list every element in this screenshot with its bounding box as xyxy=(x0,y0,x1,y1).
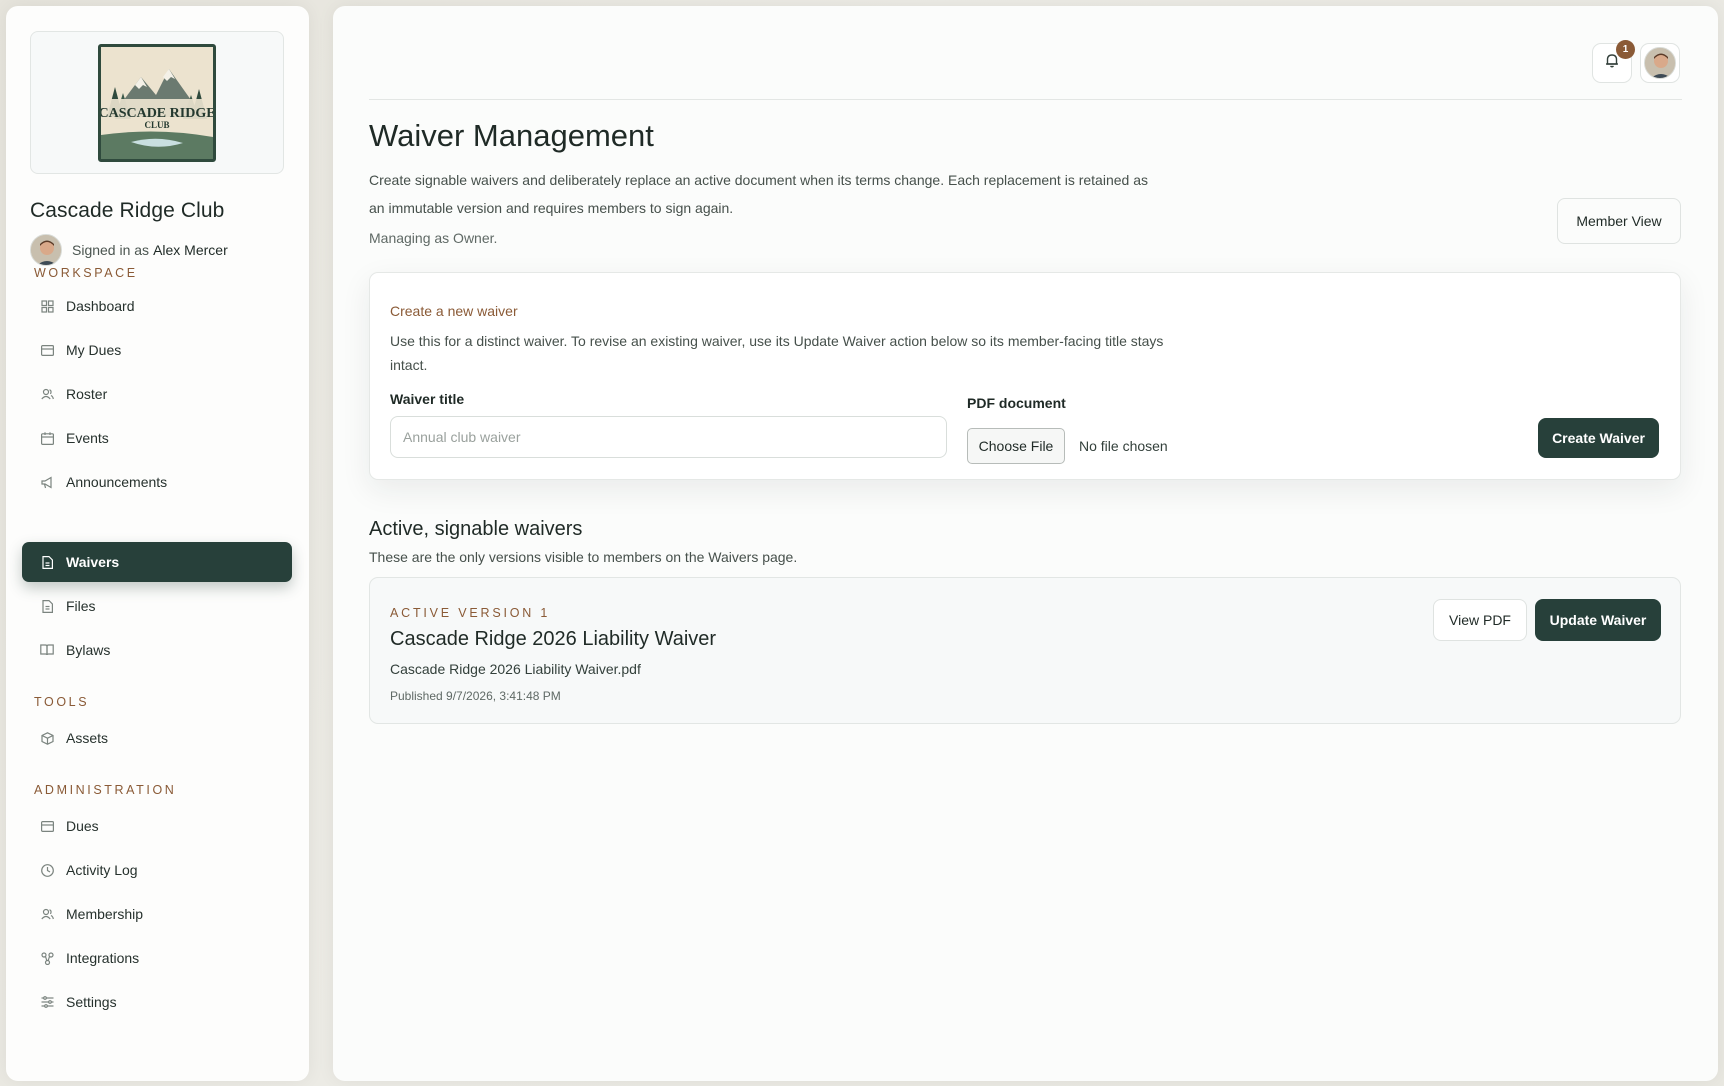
nodes-icon xyxy=(40,951,54,965)
active-waivers-subtitle: These are the only versions visible to m… xyxy=(369,549,798,565)
sidebar-item-files[interactable]: Files xyxy=(22,586,292,626)
clock-icon xyxy=(40,863,54,877)
update-waiver-button[interactable]: Update Waiver xyxy=(1535,599,1661,641)
sidebar: CASCADE RIDGE CLUB Cascade Ridge Club Si… xyxy=(6,6,309,1081)
create-waiver-description: Use this for a distinct waiver. To revis… xyxy=(390,333,1164,373)
bell-icon xyxy=(1605,53,1619,73)
create-waiver-card: Create a new waiver Use this for a disti… xyxy=(369,272,1681,480)
sidebar-item-dashboard[interactable]: Dashboard xyxy=(22,286,292,326)
active-waivers-title: Active, signable waivers xyxy=(369,518,583,540)
sidebar-item-label: Events xyxy=(66,430,109,446)
main-content: 1 Waiver Management Create signable waiv… xyxy=(333,6,1718,1081)
document-icon xyxy=(40,555,54,569)
notification-badge: 1 xyxy=(1616,40,1635,59)
sidebar-item-label: Roster xyxy=(66,386,108,402)
sidebar-item-waivers[interactable]: Waivers xyxy=(22,542,292,582)
club-logo-graphic: CASCADE RIDGE CLUB xyxy=(101,46,213,159)
file-icon xyxy=(40,599,54,613)
sidebar-item-label: Files xyxy=(66,598,96,614)
sidebar-item-label: Dashboard xyxy=(66,298,135,314)
sidebar-item-my-dues[interactable]: My Dues xyxy=(22,330,292,370)
pdf-document-label: PDF document xyxy=(967,395,1066,411)
view-pdf-button[interactable]: View PDF xyxy=(1433,599,1527,641)
sidebar-item-events[interactable]: Events xyxy=(22,418,292,458)
sidebar-item-roster[interactable]: Roster xyxy=(22,374,292,414)
logo-text-main: CASCADE RIDGE xyxy=(101,106,213,121)
logo-text-sub: CLUB xyxy=(144,120,169,130)
calendar-icon xyxy=(40,431,54,445)
section-label-workspace: WORKSPACE xyxy=(34,266,138,280)
user-menu-button[interactable] xyxy=(1640,43,1680,83)
users-icon xyxy=(40,387,54,401)
create-waiver-title: Create a new waiver xyxy=(390,303,518,319)
signed-in-row: Signed in as Alex Mercer xyxy=(30,234,228,266)
club-name: Cascade Ridge Club xyxy=(30,199,225,222)
create-waiver-button[interactable]: Create Waiver xyxy=(1538,418,1659,458)
waiver-published-date: Published 9/7/2026, 3:41:48 PM xyxy=(390,689,561,703)
sidebar-item-label: Bylaws xyxy=(66,642,111,658)
page-title: Waiver Management xyxy=(369,118,654,153)
sidebar-item-bylaws[interactable]: Bylaws xyxy=(22,630,292,670)
header-divider xyxy=(369,99,1682,100)
book-icon xyxy=(40,643,54,657)
avatar xyxy=(1644,47,1676,79)
signed-in-prefix: Signed in as xyxy=(72,242,150,258)
users-icon xyxy=(40,907,54,921)
member-view-button[interactable]: Member View xyxy=(1557,198,1681,244)
club-logo-card: CASCADE RIDGE CLUB xyxy=(30,31,284,174)
sidebar-item-label: Dues xyxy=(66,818,99,834)
sidebar-item-label: Membership xyxy=(66,906,144,922)
grid-icon xyxy=(40,299,54,313)
sidebar-item-activity-log[interactable]: Activity Log xyxy=(22,850,292,890)
sidebar-item-integrations[interactable]: Integrations xyxy=(22,938,292,978)
sidebar-item-label: Integrations xyxy=(66,950,140,966)
managing-role: Managing as Owner. xyxy=(369,230,498,246)
sidebar-item-announcements[interactable]: Announcements xyxy=(22,462,292,502)
avatar xyxy=(30,234,62,266)
sidebar-item-dues[interactable]: Dues xyxy=(22,806,292,846)
sidebar-item-label: Settings xyxy=(66,994,117,1010)
sidebar-item-membership[interactable]: Membership xyxy=(22,894,292,934)
page-description: Create signable waivers and deliberately… xyxy=(369,172,1148,216)
card-icon xyxy=(40,819,54,833)
sidebar-item-label: Waivers xyxy=(66,554,120,570)
choose-file-button[interactable]: Choose File xyxy=(967,428,1065,464)
sidebar-item-settings[interactable]: Settings xyxy=(22,982,292,1022)
waiver-file-name: Cascade Ridge 2026 Liability Waiver.pdf xyxy=(390,661,641,677)
waiver-title-input[interactable] xyxy=(390,416,947,458)
cube-icon xyxy=(40,731,54,745)
club-logo[interactable]: CASCADE RIDGE CLUB xyxy=(98,43,216,162)
sidebar-item-assets[interactable]: Assets xyxy=(22,718,292,758)
card-icon xyxy=(40,343,54,357)
no-file-chosen-text: No file chosen xyxy=(1079,438,1168,454)
section-label-tools: TOOLS xyxy=(34,695,90,709)
section-label-administration: ADMINISTRATION xyxy=(34,783,177,797)
waiver-card: ACTIVE VERSION 1 Cascade Ridge 2026 Liab… xyxy=(369,577,1681,724)
sidebar-item-label: Announcements xyxy=(66,474,168,490)
waiver-version-label: ACTIVE VERSION 1 xyxy=(390,606,551,620)
waiver-title-label: Waiver title xyxy=(390,391,465,407)
megaphone-icon xyxy=(40,475,54,489)
sidebar-item-label: Activity Log xyxy=(66,862,138,878)
sidebar-item-label: Assets xyxy=(66,730,109,746)
sidebar-item-label: My Dues xyxy=(66,342,122,358)
sliders-icon xyxy=(40,995,54,1009)
signed-in-user: Alex Mercer xyxy=(153,242,228,258)
waiver-name: Cascade Ridge 2026 Liability Waiver xyxy=(390,628,717,650)
